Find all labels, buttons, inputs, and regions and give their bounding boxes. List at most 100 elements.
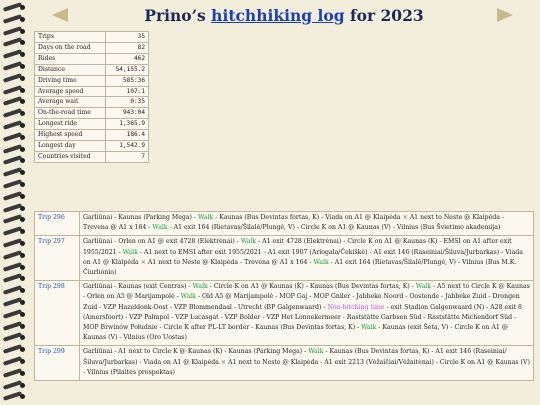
- walk-label: Walk: [192, 283, 208, 291]
- stat-label: Average speed: [34, 85, 106, 98]
- route-text: Garliūnai - Kaunas (exit Centras) -: [83, 283, 193, 291]
- stat-label: Highest speed: [34, 129, 106, 142]
- stats-row: Average wait 0:35: [34, 96, 150, 109]
- route-text: - Circle K on A1 @ Kaunas (K) - Kaunas (…: [207, 283, 416, 291]
- trip-row: Trip 299 Garliūnai - A1 next to Circle K …: [34, 345, 534, 382]
- trip-route: Garliūnai - A1 next to Circle K @ Kaunas…: [79, 345, 534, 382]
- spiral-binding: [0, 0, 28, 405]
- stat-label: Average wait: [34, 96, 106, 109]
- spiral-ring: [2, 96, 25, 107]
- stats-row: Average speed 107.1: [34, 85, 150, 98]
- walk-label: Walk: [415, 283, 432, 291]
- page-title: Prino’s hitchhiking log for 2023: [28, 6, 540, 25]
- spiral-ring: [2, 308, 25, 319]
- trip-id-link[interactable]: Trip 296: [34, 210, 80, 237]
- stat-value: 35: [104, 31, 150, 43]
- stat-value: 82: [104, 41, 150, 54]
- trips-table: Trip 296 Garliūnai - Kaunas (Parking Mega…: [34, 210, 534, 382]
- stat-label: Days on the road: [34, 41, 106, 54]
- spiral-ring: [2, 344, 25, 355]
- spiral-ring: [2, 13, 25, 24]
- spiral-ring: [2, 332, 25, 343]
- title-prefix: Prino’s: [144, 6, 212, 25]
- spiral-ring: [2, 108, 25, 119]
- stat-label: Longest day: [34, 140, 106, 152]
- spiral-ring: [2, 143, 25, 154]
- stats-row: Longest day 1,542.9: [34, 140, 150, 152]
- spiral-ring: [2, 155, 25, 166]
- spiral-ring: [2, 167, 25, 178]
- next-page-arrow-icon[interactable]: [497, 8, 513, 22]
- spiral-ring: [2, 261, 25, 272]
- stats-row: Longest ride 1,365.9: [34, 118, 150, 131]
- stat-value: 54,155.2: [104, 63, 150, 76]
- trip-id-link[interactable]: Trip 297: [34, 235, 80, 282]
- spiral-ring: [2, 285, 25, 296]
- route-text: - Kaunas (Bus Devintas fortas, K) - Viad…: [213, 214, 403, 221]
- spiral-ring: [2, 179, 25, 189]
- spiral-ring: [2, 190, 25, 201]
- stat-label: On-the-road time: [34, 107, 106, 120]
- stats-row: On-the-road time 943:04: [34, 107, 150, 120]
- spiral-ring: [2, 61, 25, 71]
- route-text: Garliūnai - Orlen on A1 @ exit 4728 (Ele…: [83, 238, 241, 246]
- hitchhiking-log-link[interactable]: hitchhiking log: [211, 6, 344, 25]
- stats-row: Distance 54,155.2: [34, 63, 150, 76]
- route-text: - A1 exit 164 (Rietavas/Šilalė/Plungė, V…: [167, 224, 501, 232]
- walk-label: Walk: [240, 238, 257, 246]
- spiral-ring: [2, 356, 25, 366]
- stat-value: 1,365.9: [104, 118, 150, 131]
- spiral-ring: [2, 72, 25, 83]
- spiral-ring: [2, 37, 25, 48]
- stat-label: Rides: [34, 52, 106, 65]
- trip-id-link[interactable]: Trip 299: [34, 345, 80, 382]
- spiral-ring: [2, 2, 25, 12]
- title-suffix: for 2023: [344, 6, 424, 25]
- spiral-ring: [2, 391, 25, 402]
- stat-value: 462: [104, 52, 150, 65]
- spiral-ring: [2, 202, 25, 213]
- stats-row: Rides 462: [34, 52, 150, 65]
- spiral-ring: [2, 214, 25, 225]
- stats-table: Trips 35 Days on the road 82 Rides 462 Distanc…: [34, 31, 150, 163]
- trip-route: Garliūnai - Kaunas (Parking Mega) - Walk…: [79, 210, 534, 237]
- spiral-ring: [2, 25, 25, 36]
- spiral-ring: [2, 84, 25, 95]
- spiral-ring: [2, 320, 25, 331]
- stat-value: 7: [104, 150, 150, 163]
- spiral-ring: [2, 238, 25, 248]
- stat-label: Driving time: [34, 74, 106, 87]
- trip-row: Trip 298 Garliūnai - Kaunas (exit Centras…: [34, 280, 534, 347]
- spiral-ring: [2, 379, 25, 390]
- stats-row: Driving time 585:36: [34, 74, 150, 87]
- stat-label: Countries visited: [34, 150, 106, 163]
- stat-label: Trips: [34, 31, 106, 43]
- route-text: Garliūnai - A1 next to Circle K @ Kaunas…: [83, 348, 309, 356]
- walk-label: Walk: [152, 224, 168, 232]
- stats-row: Days on the road 82: [34, 41, 150, 54]
- trip-route: Garliūnai - Orlen on A1 @ exit 4728 (Ele…: [79, 235, 534, 282]
- walk-label: Walk: [122, 248, 138, 256]
- spiral-ring: [2, 49, 25, 60]
- non-hitching-label: Non-hitching time: [327, 303, 385, 311]
- page-header: Prino’s hitchhiking log for 2023: [28, 0, 540, 30]
- stat-value: 1,542.9: [104, 140, 150, 152]
- stat-value: 186.4: [104, 129, 150, 142]
- walk-label: Walk: [198, 214, 214, 221]
- stats-row: Trips 35: [34, 31, 150, 43]
- spiral-ring: [2, 120, 25, 130]
- walk-label: Walk: [308, 348, 324, 356]
- stat-value: 585:36: [104, 74, 150, 87]
- walk-label: Walk: [361, 324, 377, 332]
- stat-label: Distance: [34, 63, 106, 76]
- route-text: Garliūnai - Kaunas (Parking Mega) -: [83, 214, 198, 221]
- stats-row: Highest speed 186.4: [34, 129, 150, 142]
- stat-value: 107.1: [104, 85, 150, 98]
- route-text: A1 next to Neste @ Klaipėda - Trevena @ …: [145, 258, 314, 266]
- walk-label: Walk: [313, 258, 329, 266]
- spiral-ring: [2, 297, 25, 307]
- stat-value: 943:04: [104, 107, 150, 120]
- trip-id-link[interactable]: Trip 298: [34, 280, 80, 347]
- stats-row: Countries visited 7: [34, 150, 150, 163]
- spiral-ring: [2, 367, 25, 378]
